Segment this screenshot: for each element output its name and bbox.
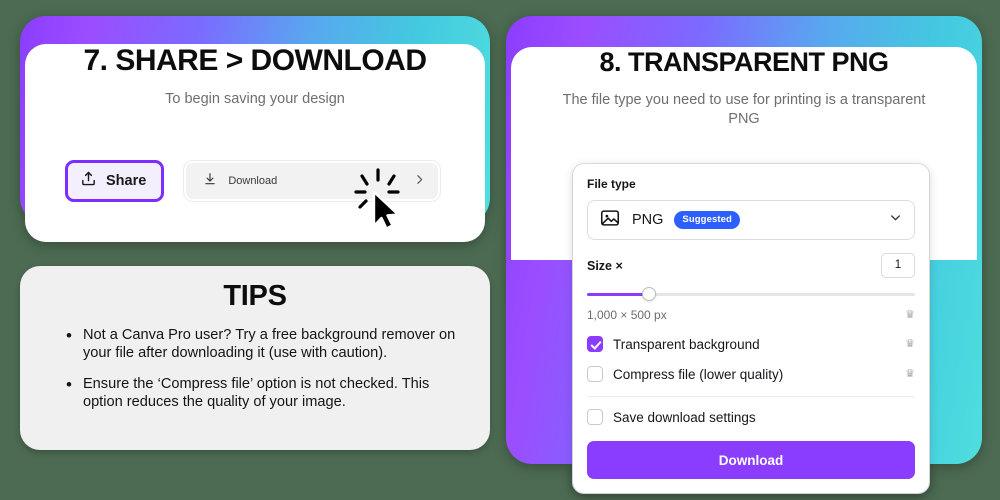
download-row-label: Download (228, 175, 278, 187)
share-toolbar: Share Download (65, 160, 441, 230)
bullet-icon: • (66, 374, 72, 394)
size-label: Size × (587, 258, 623, 273)
subtitle-share: To begin saving your design (165, 91, 345, 107)
chevron-down-icon (888, 210, 903, 230)
checkbox-save-download-settings[interactable] (587, 409, 603, 425)
bullet-icon: • (66, 326, 72, 345)
crown-icon: ♛ (905, 337, 915, 350)
download-menu-row[interactable]: Download (184, 161, 441, 230)
tip-text: Not a Canva Pro user? Try a free backgro… (82, 327, 456, 361)
card-tips: TIPS • Not a Canva Pro user? Try a free … (20, 266, 490, 450)
chevron-right-icon (413, 173, 426, 189)
click-cursor-icon (351, 168, 403, 230)
list-item: • Ensure the ‘Compress file’ option is n… (66, 374, 456, 412)
option-label: Transparent background (613, 336, 760, 352)
file-type-value: PNG (632, 212, 664, 228)
slider-thumb[interactable] (642, 287, 657, 301)
checkbox-compress-file[interactable] (587, 366, 603, 382)
option-label: Save download settings (613, 409, 756, 425)
page-title-png: 8. TRANSPARENT PNG (599, 47, 889, 77)
checkbox-transparent-background[interactable] (587, 336, 603, 352)
download-button[interactable]: Download (587, 441, 915, 479)
card-transparent-png: 8. TRANSPARENT PNG The file type you nee… (506, 16, 982, 493)
download-settings-panel: File type PNG Suggested Size × 1 1,000 ×… (573, 164, 929, 493)
tips-title: TIPS (223, 280, 287, 312)
tip-text: Ensure the ‘Compress file’ option is not… (82, 375, 430, 410)
option-compress-file[interactable]: Compress file (lower quality) ♛ (587, 366, 915, 382)
card-share-download: 7. SHARE > DOWNLOAD To begin saving your… (20, 16, 490, 242)
card-share-body: 7. SHARE > DOWNLOAD To begin saving your… (25, 44, 485, 242)
dimensions-row: 1,000 × 500 px ♛ (587, 308, 915, 322)
subtitle-png: The file type you need to use for printi… (562, 92, 926, 128)
option-label: Compress file (lower quality) (613, 366, 784, 382)
tips-list: • Not a Canva Pro user? Try a free backg… (66, 327, 456, 412)
option-transparent-background[interactable]: Transparent background ♛ (587, 336, 915, 352)
file-type-select[interactable]: PNG Suggested (587, 200, 915, 240)
slider-fill (587, 293, 650, 296)
size-slider[interactable] (587, 287, 915, 301)
download-arrow-icon (203, 172, 217, 191)
screenshot-stage: 7. SHARE > DOWNLOAD To begin saving your… (0, 0, 1000, 500)
option-save-download-settings[interactable]: Save download settings (587, 409, 915, 425)
share-button[interactable]: Share (65, 160, 165, 202)
share-upload-icon (80, 170, 97, 192)
image-file-icon (599, 207, 621, 234)
dimensions-text: 1,000 × 500 px (587, 308, 667, 322)
crown-icon: ♛ (905, 367, 915, 380)
crown-icon: ♛ (905, 308, 915, 321)
share-button-label: Share (106, 173, 147, 189)
file-type-label: File type (587, 177, 636, 191)
size-row: Size × 1 (587, 253, 915, 278)
divider (587, 396, 915, 397)
status-badge-suggested: Suggested (674, 211, 740, 229)
size-input[interactable]: 1 (881, 253, 915, 278)
card-png-body: 8. TRANSPARENT PNG The file type you nee… (511, 47, 977, 493)
list-item: • Not a Canva Pro user? Try a free backg… (66, 327, 456, 363)
page-title-share: 7. SHARE > DOWNLOAD (83, 44, 427, 77)
